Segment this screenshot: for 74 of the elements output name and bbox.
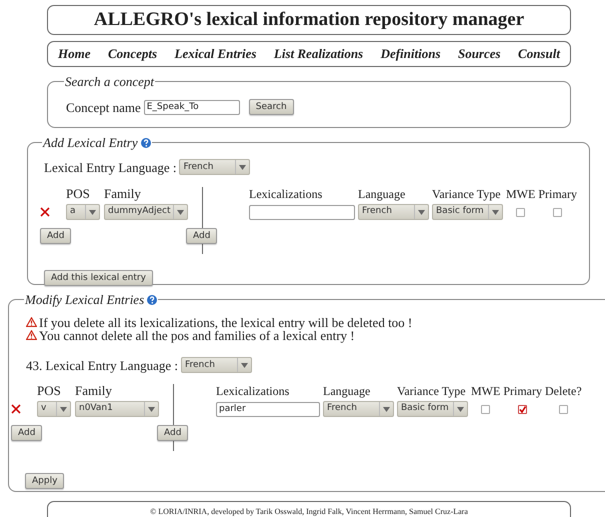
- search-button[interactable]: Search: [248, 99, 294, 116]
- delete-icon: [11, 404, 21, 414]
- caret-icon: [89, 210, 96, 214]
- column-header: Delete?: [545, 384, 582, 398]
- caret-icon: [240, 362, 248, 368]
- column-header: Lexicalizations: [216, 384, 290, 398]
- check-icon: [519, 406, 526, 412]
- delete-icon: [40, 207, 50, 217]
- info-icon: [147, 294, 158, 305]
- page-title: ALLEGRO's lexical information repository manager: [94, 8, 524, 32]
- add-button[interactable]: Add: [157, 425, 188, 441]
- column-header: POS: [37, 384, 62, 398]
- family-select[interactable]: n0Van1: [75, 401, 159, 417]
- warning-icon: [26, 330, 37, 340]
- checkbox[interactable]: [518, 404, 528, 414]
- warning-text: You cannot delete all the pos and families of a lexical entry !: [39, 328, 355, 342]
- nav-link[interactable]: List Realizations: [274, 44, 364, 64]
- column-header: Primary: [503, 384, 542, 398]
- variance-type-select[interactable]: Basic form: [397, 401, 468, 417]
- column-header: Variance Type: [397, 384, 467, 398]
- lexicalization-field[interactable]: [249, 204, 355, 220]
- add-button[interactable]: Add: [11, 425, 42, 441]
- section-legend: Add Lexical Entry: [43, 133, 138, 152]
- add-button[interactable]: Add: [40, 228, 72, 244]
- caret-icon: [492, 210, 499, 214]
- checkbox[interactable]: [481, 404, 490, 414]
- checkbox[interactable]: [558, 404, 568, 414]
- field-label: Concept name: [66, 98, 141, 117]
- lexicalization-field[interactable]: parler: [216, 402, 320, 416]
- caret-icon: [418, 210, 425, 214]
- section-legend: Search a concept: [65, 72, 154, 92]
- field-label: 43. Lexical Entry Language :: [26, 356, 178, 375]
- checkbox[interactable]: [553, 208, 562, 216]
- column-header: Family: [104, 187, 142, 201]
- checkbox[interactable]: [516, 208, 526, 216]
- caret-icon: [239, 164, 246, 170]
- column-header: POS: [66, 187, 91, 201]
- language-select[interactable]: French: [179, 159, 250, 176]
- caret-icon: [383, 406, 390, 412]
- field-label: Lexical Entry Language :: [44, 158, 176, 177]
- language-select[interactable]: French: [323, 401, 394, 417]
- nav-link[interactable]: Concepts: [108, 44, 158, 64]
- caret-icon: [177, 210, 184, 214]
- column-header: Primary: [538, 187, 577, 201]
- add-lexical-entry-button[interactable]: Add this lexical entry: [44, 270, 153, 286]
- concept-name-field[interactable]: E_Speak_To: [144, 100, 240, 115]
- warning-text: If you delete all its lexicalizations, the lexical entry will be deleted too !: [39, 316, 412, 328]
- nav-link[interactable]: Home: [58, 44, 90, 64]
- section-legend: Modify Lexical Entries: [25, 290, 144, 310]
- family-select[interactable]: dummyAdject: [104, 204, 188, 220]
- warning-icon: [26, 317, 37, 327]
- add-button[interactable]: Add: [186, 228, 218, 244]
- column-header: MWE: [506, 187, 536, 201]
- info-icon: [140, 138, 151, 148]
- apply-button[interactable]: Apply: [25, 473, 64, 489]
- caret-icon: [457, 406, 464, 412]
- caret-icon: [148, 406, 155, 412]
- language-select[interactable]: French: [358, 204, 429, 220]
- nav-link[interactable]: Consult: [518, 44, 560, 64]
- variance-type-select[interactable]: Basic form: [432, 204, 503, 220]
- column-header: MWE: [471, 384, 500, 398]
- language-select[interactable]: French: [180, 357, 252, 374]
- column-header: Language: [358, 187, 406, 201]
- column-header: Lexicalizations: [249, 187, 324, 201]
- footer-text: © LORIA/INRIA, developed by Tarik Osswald, Ingrid Falk, Vincent Herrmann, Samuel Cruz-Lara: [150, 506, 468, 517]
- nav-link[interactable]: Sources: [458, 44, 501, 64]
- caret-icon: [60, 406, 67, 412]
- column-header: Variance Type: [432, 187, 502, 201]
- pos-select[interactable]: a: [66, 204, 100, 220]
- column-header: Language: [323, 384, 372, 398]
- nav-link[interactable]: Lexical Entries: [174, 44, 256, 64]
- nav-link[interactable]: Definitions: [380, 44, 441, 64]
- column-header: Family: [75, 384, 113, 398]
- pos-select[interactable]: v: [37, 401, 71, 417]
